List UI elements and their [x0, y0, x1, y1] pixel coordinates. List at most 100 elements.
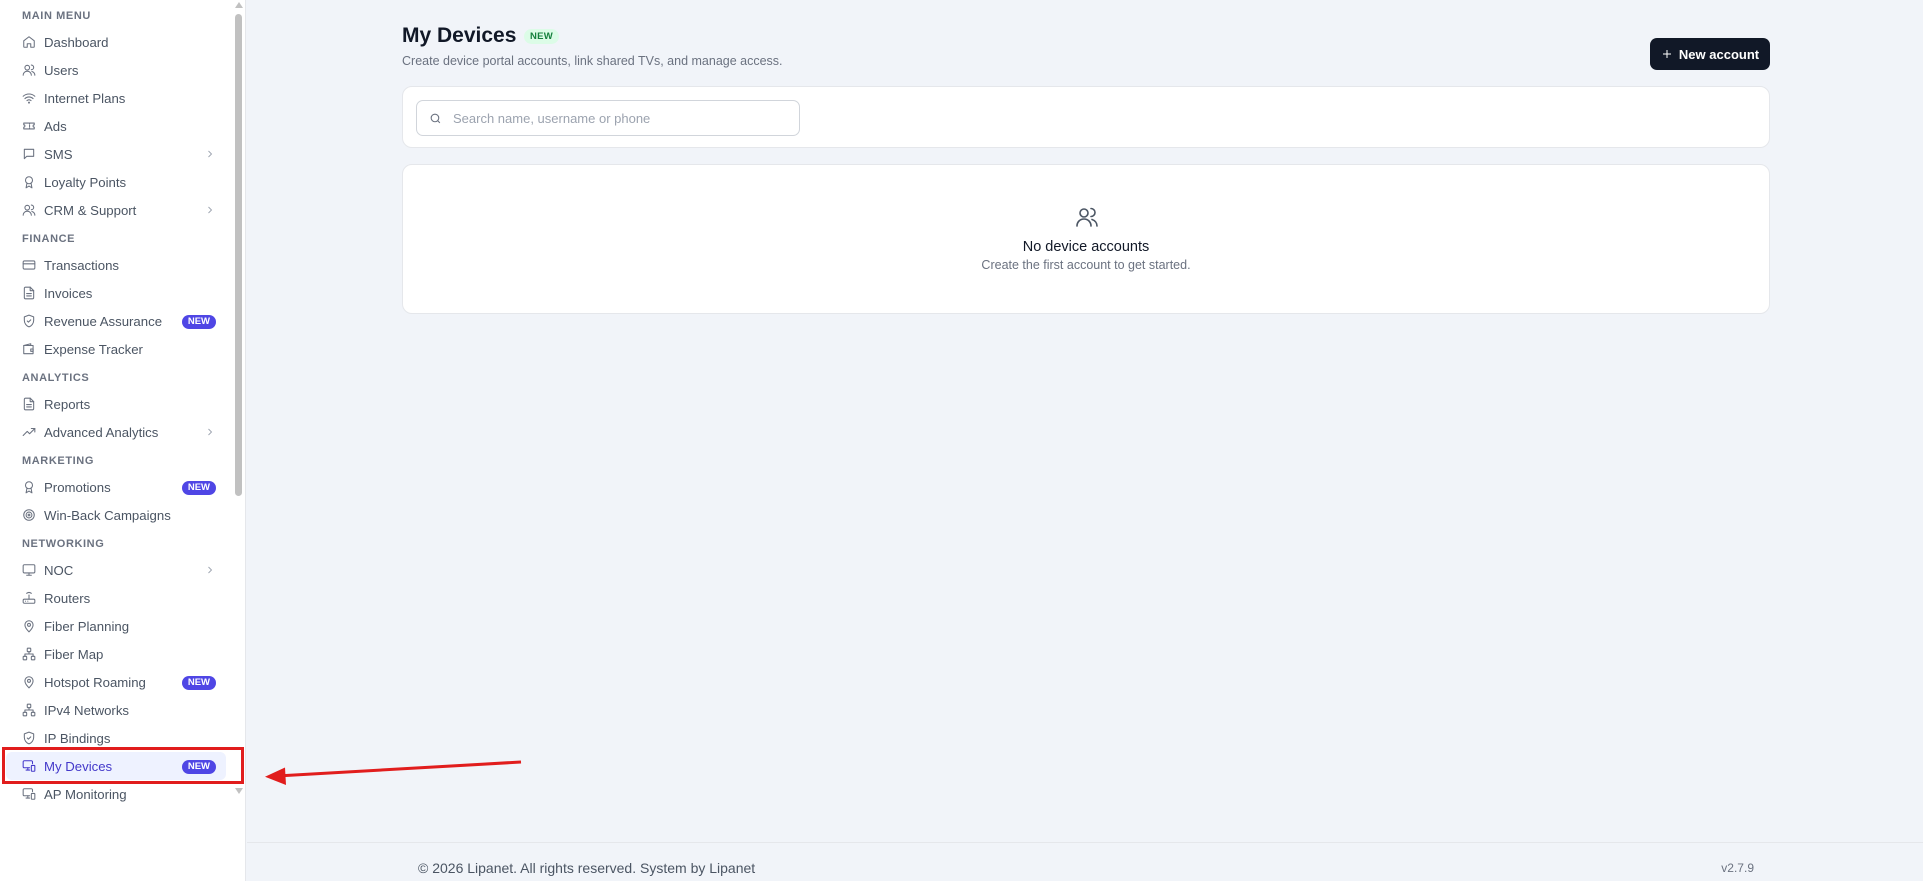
- search-field[interactable]: [416, 100, 800, 136]
- sidebar-item-noc[interactable]: NOC: [6, 556, 226, 584]
- sidebar-item-expense-tracker[interactable]: Expense Tracker: [6, 335, 226, 363]
- sidebar-item-label: Ads: [44, 118, 67, 134]
- main-content: My Devices NEW Create device portal acco…: [247, 0, 1923, 881]
- credit-card-icon: [22, 258, 36, 272]
- chevron-right-icon: [204, 426, 216, 438]
- target-icon: [22, 508, 36, 522]
- sidebar-item-label: Promotions: [44, 479, 111, 495]
- page-subtitle: Create device portal accounts, link shar…: [402, 54, 783, 68]
- wallet-icon: [22, 342, 36, 356]
- sidebar-item-label: Invoices: [44, 285, 93, 301]
- sidebar-item-hotspot-roaming[interactable]: Hotspot Roaming NEW: [6, 668, 226, 696]
- shield-check-icon: [22, 314, 36, 328]
- award-icon: [22, 480, 36, 494]
- scroll-down-arrow-icon[interactable]: [235, 788, 243, 794]
- sidebar-item-label: AP Monitoring: [44, 786, 127, 802]
- shield-check-icon: [22, 731, 36, 745]
- network-icon: [22, 647, 36, 661]
- home-icon: [22, 35, 36, 49]
- new-account-button[interactable]: New account: [1650, 38, 1770, 70]
- sidebar-item-label: SMS: [44, 146, 73, 162]
- file-text-icon: [22, 286, 36, 300]
- chevron-right-icon: [204, 148, 216, 160]
- users-icon: [22, 63, 36, 77]
- sidebar-item-transactions[interactable]: Transactions: [6, 251, 226, 279]
- file-text-icon: [22, 397, 36, 411]
- empty-state-title: No device accounts: [1022, 239, 1150, 255]
- sidebar-item-crm-support[interactable]: CRM & Support: [6, 196, 226, 224]
- sidebar-item-sms[interactable]: SMS: [6, 140, 226, 168]
- wifi-icon: [22, 91, 36, 105]
- users-icon: [1075, 205, 1099, 229]
- sidebar-item-fiber-map[interactable]: Fiber Map: [6, 640, 226, 668]
- sidebar-item-label: Reports: [44, 396, 91, 412]
- award-icon: [22, 175, 36, 189]
- sidebar-item-advanced-analytics[interactable]: Advanced Analytics: [6, 418, 226, 446]
- monitor-icon: [22, 563, 36, 577]
- search-input[interactable]: [453, 101, 793, 135]
- sidebar-item-label: Hotspot Roaming: [44, 674, 146, 690]
- sidebar-item-label: IP Bindings: [44, 730, 111, 746]
- sidebar-item-label: Dashboard: [44, 34, 109, 50]
- scroll-up-arrow-icon[interactable]: [235, 2, 243, 8]
- network-icon: [22, 703, 36, 717]
- router-icon: [22, 591, 36, 605]
- sidebar-item-routers[interactable]: Routers: [6, 584, 226, 612]
- sidebar-item-ap-monitoring[interactable]: AP Monitoring: [6, 780, 226, 808]
- sidebar-item-label: Internet Plans: [44, 90, 126, 106]
- message-icon: [22, 147, 36, 161]
- new-badge: NEW: [181, 315, 216, 329]
- sidebar-item-label: Revenue Assurance: [44, 313, 163, 329]
- empty-state-card: No device accounts Create the first acco…: [402, 164, 1770, 314]
- sidebar-item-loyalty-points[interactable]: Loyalty Points: [6, 168, 226, 196]
- scrollbar-thumb[interactable]: [235, 14, 242, 496]
- empty-state-subtitle: Create the first account to get started.: [981, 258, 1191, 272]
- sidebar-item-ipv4-networks[interactable]: IPv4 Networks: [6, 696, 226, 724]
- section-title-analytics: ANALYTICS: [22, 372, 90, 384]
- sidebar-item-label: Transactions: [44, 257, 120, 273]
- search-icon: [430, 113, 441, 124]
- sidebar-item-fiber-planning[interactable]: Fiber Planning: [6, 612, 226, 640]
- sidebar-item-internet-plans[interactable]: Internet Plans: [6, 84, 226, 112]
- sidebar-item-reports[interactable]: Reports: [6, 390, 226, 418]
- version-label: v2.7.9: [1721, 861, 1754, 875]
- sidebar-item-win-back-campaigns[interactable]: Win-Back Campaigns: [6, 501, 226, 529]
- sidebar-item-promotions[interactable]: Promotions NEW: [6, 473, 226, 501]
- sidebar-item-invoices[interactable]: Invoices: [6, 279, 226, 307]
- sidebar-item-revenue-assurance[interactable]: Revenue Assurance NEW: [6, 307, 226, 335]
- ticket-icon: [22, 119, 36, 133]
- users-icon: [22, 203, 36, 217]
- section-title-main-menu: MAIN MENU: [22, 10, 91, 22]
- sidebar-item-label: Advanced Analytics: [44, 424, 159, 440]
- sidebar-item-users[interactable]: Users: [6, 56, 226, 84]
- chevron-right-icon: [204, 204, 216, 216]
- sidebar-item-label: IPv4 Networks: [44, 702, 130, 718]
- sidebar-item-label: Win-Back Campaigns: [44, 507, 171, 523]
- plus-icon: [1662, 50, 1671, 58]
- monitor-smartphone-icon: [22, 787, 36, 801]
- sidebar-item-dashboard[interactable]: Dashboard: [6, 28, 226, 56]
- sidebar-item-label: Expense Tracker: [44, 341, 143, 357]
- sidebar-item-ads[interactable]: Ads: [6, 112, 226, 140]
- section-title-finance: FINANCE: [22, 233, 76, 245]
- map-pin-icon: [22, 675, 36, 689]
- page-title: My Devices: [402, 24, 517, 47]
- footer-copyright: © 2026 Lipanet. All rights reserved. Sys…: [418, 860, 756, 876]
- section-title-networking: NETWORKING: [22, 538, 105, 550]
- chevron-right-icon: [204, 564, 216, 576]
- sidebar-scrollbar[interactable]: [233, 0, 244, 800]
- new-account-button-label: New account: [1678, 46, 1760, 62]
- new-badge: NEW: [181, 676, 216, 690]
- trending-up-icon: [22, 425, 36, 439]
- sidebar-item-label: NOC: [44, 562, 74, 578]
- new-badge: NEW: [181, 481, 216, 495]
- sidebar-item-label: Loyalty Points: [44, 174, 127, 190]
- sidebar-item-label: Users: [44, 62, 79, 78]
- sidebar-item-label: Fiber Planning: [44, 618, 130, 634]
- sidebar-item-label: Routers: [44, 590, 91, 606]
- new-badge: NEW: [524, 29, 560, 44]
- section-title-marketing: MARKETING: [22, 455, 95, 467]
- map-pin-icon: [22, 619, 36, 633]
- search-card: [402, 86, 1770, 148]
- sidebar-nav: MAIN MENU Dashboard Users Internet Plans…: [0, 0, 232, 808]
